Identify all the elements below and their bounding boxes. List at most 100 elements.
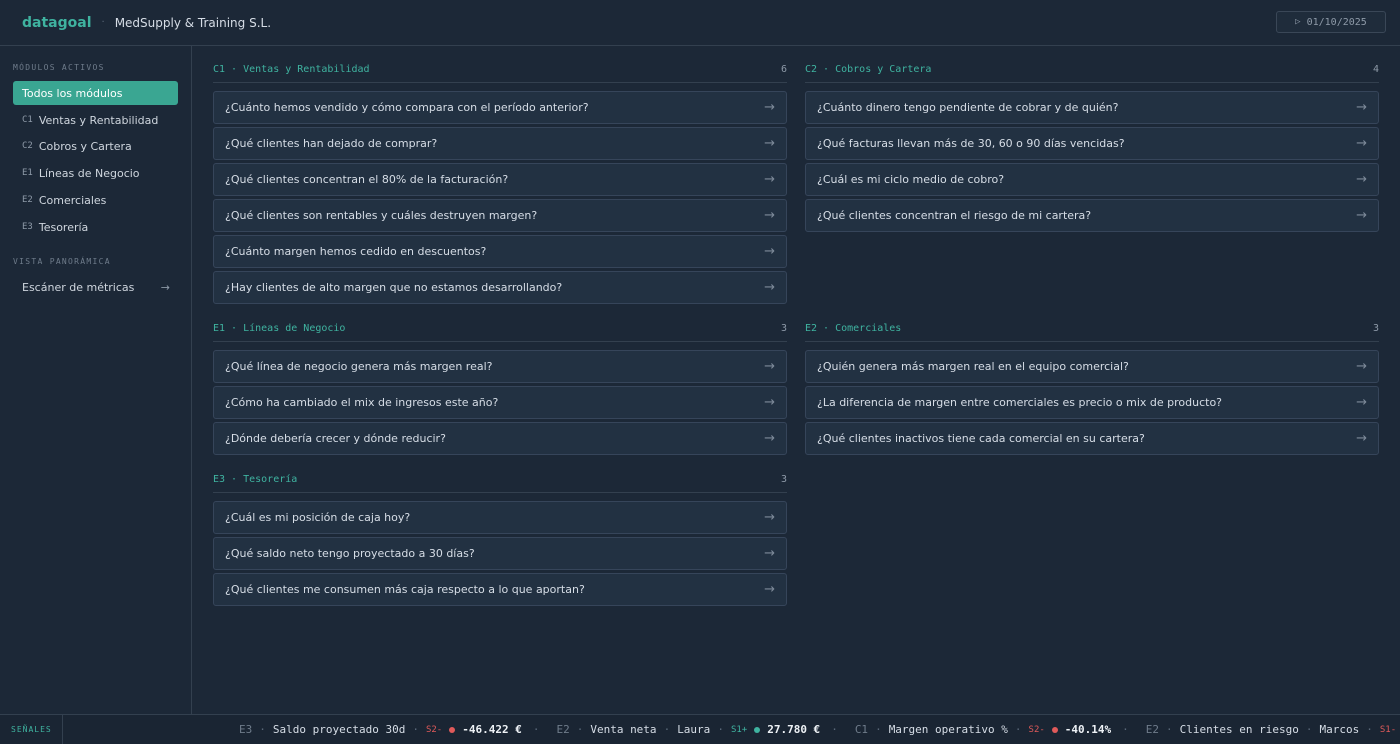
sidebar-item-label: Líneas de Negocio (38, 166, 140, 180)
arrow-right-icon: → (764, 136, 775, 151)
sidebar-item-label: Comerciales (38, 193, 107, 207)
question-list: ¿Cuál es mi posición de caja hoy? → ¿Qué s… (213, 493, 787, 606)
arrow-right-icon: → (1356, 208, 1367, 223)
status-dot-icon (754, 726, 761, 733)
signal-item[interactable]: E3 · Saldo proyectado 30d · S2- -46.422 € · (239, 723, 539, 736)
question-card[interactable]: ¿Hay clientes de alto margen que no esta… (213, 271, 787, 304)
status-dot-icon (1051, 726, 1058, 733)
question-text: ¿Hay clientes de alto margen que no esta… (225, 281, 563, 294)
question-card[interactable]: ¿Dónde debería crecer y dónde reducir? → (213, 422, 787, 455)
ticker-separator: · (831, 723, 838, 736)
question-card[interactable]: ¿Cuánto margen hemos cedido en descuento… (213, 235, 787, 268)
separator-dot: · (1366, 723, 1373, 736)
section-header: C2 · Cobros y Cartera 4 (805, 57, 1379, 83)
sidebar-item-metric-scanner[interactable]: Escáner de métricas → (13, 275, 178, 299)
question-list: ¿Cuánto hemos vendido y cómo compara con… (213, 83, 787, 304)
sidebar-item-label: Tesorería (38, 220, 89, 234)
signal-owner: Marcos (1319, 723, 1360, 736)
question-card[interactable]: ¿Qué clientes concentran el riesgo de mi… (805, 199, 1379, 232)
question-text: ¿Cuánto dinero tengo pendiente de cobrar… (817, 101, 1119, 114)
separator-dot: · (1305, 723, 1313, 736)
module-section: E3 · Tesorería 3 ¿Cuál es mi posición de c… (213, 467, 787, 609)
question-list: ¿Quién genera más margen real en el equi… (805, 342, 1379, 455)
signal-module-code: E3 (239, 723, 253, 736)
arrow-right-icon: → (764, 100, 775, 115)
signals-ticker: E3 · Saldo proyectado 30d · S2- -46.422 € · E2 ·… (63, 723, 1400, 736)
question-text: ¿Qué saldo neto tengo proyectado a 30 dí… (225, 547, 475, 560)
signal-value: -46.422 € (462, 723, 522, 736)
question-text: ¿Qué clientes concentran el 80% de la fa… (225, 173, 509, 186)
question-text: ¿Cuánto margen hemos cedido en descuento… (225, 245, 487, 258)
question-text: ¿Qué línea de negocio genera más margen … (225, 360, 493, 373)
separator-dot: · (875, 723, 882, 736)
question-text: ¿Cuál es mi posición de caja hoy? (225, 511, 411, 524)
question-card[interactable]: ¿La diferencia de margen entre comercial… (805, 386, 1379, 419)
question-card[interactable]: ¿Qué clientes concentran el 80% de la fa… (213, 163, 787, 196)
sidebar-item-e3[interactable]: E3 Tesorería (13, 215, 178, 239)
signal-item[interactable]: E2·Clientes en riesgo·Marcos·S1-4· (1146, 723, 1400, 736)
question-card[interactable]: ¿Qué clientes me consumen más caja respe… (213, 573, 787, 606)
signal-module-code: C1 (854, 723, 869, 736)
sidebar-item-c2[interactable]: C2 Cobros y Cartera (13, 134, 178, 158)
section-header: E1 · Líneas de Negocio 3 (213, 316, 787, 342)
question-card[interactable]: ¿Qué facturas llevan más de 30, 60 o 90 … (805, 127, 1379, 160)
question-card[interactable]: ¿Qué clientes inactivos tiene cada comer… (805, 422, 1379, 455)
arrow-right-icon: → (160, 280, 170, 294)
sidebar-item-all-modules[interactable]: Todos los módulos (13, 81, 178, 105)
question-text: ¿Qué clientes han dejado de comprar? (225, 137, 438, 150)
question-card[interactable]: ¿Qué saldo neto tengo proyectado a 30 dí… (213, 537, 787, 570)
question-card[interactable]: ¿Qué línea de negocio genera más margen … (213, 350, 787, 383)
ticker-separator: · (532, 723, 540, 736)
status-dot-icon (449, 726, 456, 733)
signal-metric: Margen operativo % (888, 723, 1008, 736)
module-section: C1 · Ventas y Rentabilidad 6 ¿Cuánto hemos… (213, 57, 787, 307)
sidebar-item-code: E3 (22, 222, 33, 232)
section-title: E2 · Comerciales (805, 323, 902, 334)
sidebar-item-label: Cobros y Cartera (38, 139, 132, 153)
signal-level: S1+ (730, 724, 748, 735)
module-section: E1 · Líneas de Negocio 3 ¿Qué línea de neg… (213, 316, 787, 458)
date-value: 01/10/2025 (1306, 16, 1367, 28)
arrow-right-icon: → (1356, 395, 1367, 410)
arrow-right-icon: → (1356, 100, 1367, 115)
question-card[interactable]: ¿Qué clientes son rentables y cuáles des… (213, 199, 787, 232)
question-card[interactable]: ¿Cómo ha cambiado el mix de ingresos est… (213, 386, 787, 419)
date-button[interactable]: ▷ 01/10/2025 (1276, 11, 1386, 33)
question-card[interactable]: ¿Quién genera más margen real en el equi… (805, 350, 1379, 383)
brand-logo[interactable]: datagoal (22, 15, 92, 31)
sidebar-item-label: Todos los módulos (22, 86, 123, 100)
separator-dot: · (1014, 723, 1022, 736)
sidebar-item-e1[interactable]: E1 Líneas de Negocio (13, 161, 178, 185)
question-card[interactable]: ¿Cuál es mi posición de caja hoy? → (213, 501, 787, 534)
signal-level: S2- (1028, 724, 1045, 735)
sidebar-item-code: E2 (22, 195, 33, 205)
active-modules-heading: MÓDULOS ACTIVOS (13, 63, 105, 72)
question-card[interactable]: ¿Qué clientes han dejado de comprar? → (213, 127, 787, 160)
question-list: ¿Cuánto dinero tengo pendiente de cobrar… (805, 83, 1379, 232)
question-list: ¿Qué línea de negocio genera más margen … (213, 342, 787, 455)
question-card[interactable]: ¿Cuál es mi ciclo medio de cobro? → (805, 163, 1379, 196)
separator-dot: · (1166, 723, 1173, 736)
section-title: E1 · Líneas de Negocio (213, 323, 346, 334)
sidebar: MÓDULOS ACTIVOS Todos los módulos C1 Ven… (0, 46, 192, 714)
header-separator: · (101, 17, 105, 28)
signal-metric: Saldo proyectado 30d (272, 723, 406, 736)
question-card[interactable]: ¿Cuánto hemos vendido y cómo compara con… (213, 91, 787, 124)
sidebar-item-e2[interactable]: E2 Comerciales (13, 188, 178, 212)
question-card[interactable]: ¿Cuánto dinero tengo pendiente de cobrar… (805, 91, 1379, 124)
question-text: ¿Cómo ha cambiado el mix de ingresos est… (225, 396, 499, 409)
arrow-right-icon: → (764, 395, 775, 410)
separator-dot: · (576, 723, 584, 736)
signal-metric: Clientes en riesgo (1179, 723, 1299, 736)
module-section: C2 · Cobros y Cartera 4 ¿Cuánto dinero ten… (805, 57, 1379, 235)
signal-value: -40.14% (1064, 723, 1112, 736)
separator-dot: · (412, 723, 419, 736)
ticker-separator: · (1122, 723, 1129, 736)
question-text: ¿Quién genera más margen real en el equi… (817, 360, 1129, 373)
sidebar-item-c1[interactable]: C1 Ventas y Rentabilidad (13, 108, 178, 132)
company-name: MedSupply & Training S.L. (114, 15, 272, 30)
arrow-right-icon: → (764, 510, 775, 525)
signal-item[interactable]: C1 · Margen operativo % · S2- -40.14% · (855, 723, 1129, 736)
signal-item[interactable]: E2 · Venta neta · Laura · S1+ 27.780 € · (556, 723, 837, 736)
module-section: E2 · Comerciales 3 ¿Quién genera más marge… (805, 316, 1379, 458)
